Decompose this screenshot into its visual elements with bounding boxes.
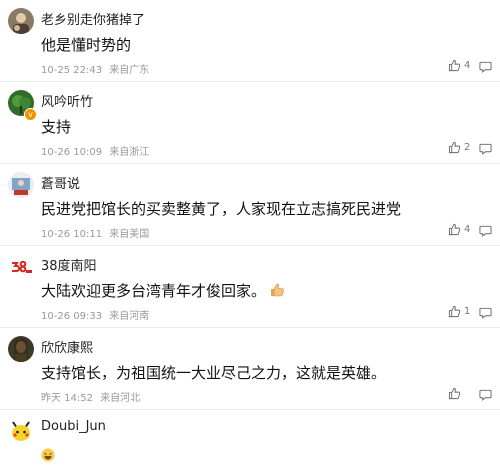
comment-text: 民进党把馆长的买卖整黄了，人家现在立志搞死民进党 [41, 200, 402, 218]
comment-text: 大陆欢迎更多台湾青年才俊回家。 [41, 280, 285, 302]
thumbs-up-icon [448, 59, 461, 71]
thumbs-up-icon [448, 387, 461, 399]
reply-button[interactable] [479, 140, 493, 155]
comment-item: 欣欣康熙 支持馆长，为祖国统一大业尽己之力，这就是英雄。 昨天 14:52 来自… [0, 328, 500, 410]
username[interactable]: 欣欣康熙 [41, 337, 93, 356]
like-button[interactable]: 2 [448, 140, 470, 154]
comment-time: 10-26 09:33 [41, 311, 103, 322]
laughing-emoji [41, 447, 55, 462]
username[interactable]: 38度南阳 [41, 255, 97, 274]
comment-item: Doubi_Jun [0, 410, 500, 469]
comment-bubble-icon [479, 389, 492, 401]
thumbs-up-icon [448, 305, 461, 317]
comment-item: 蒼哥说 民进党把馆长的买卖整黄了，人家现在立志搞死民进党 10-26 10:11… [0, 164, 500, 246]
comment-item: 38度南阳 大陆欢迎更多台湾青年才俊回家。 10-26 09:33 来自河南 1 [0, 246, 500, 328]
verified-badge-icon: v [24, 108, 37, 121]
comment-text: 支持馆长，为祖国统一大业尽己之力，这就是英雄。 [41, 364, 387, 382]
comment-bubble-icon [479, 143, 492, 155]
comment-time: 10-26 10:11 [41, 229, 103, 240]
comment-bubble-icon [479, 225, 492, 237]
comment-meta: 昨天 14:52 来自河北 [41, 389, 144, 404]
reply-button[interactable] [479, 222, 493, 237]
username[interactable]: 蒼哥说 [41, 173, 80, 192]
thumbs-up-emoji [269, 282, 285, 302]
comment-item: v 风吟听竹 支持 10-26 10:09 来自浙江 2 [0, 82, 500, 164]
comment-bubble-icon [479, 61, 492, 73]
comment-text: 他是懂时势的 [41, 36, 132, 54]
like-button[interactable]: 4 [448, 58, 470, 72]
reply-button[interactable] [479, 386, 493, 401]
like-count: 4 [464, 223, 471, 235]
comment-meta: 10-26 10:09 来自浙江 [41, 143, 153, 158]
like-count: 1 [464, 305, 471, 317]
avatar[interactable] [8, 8, 34, 34]
avatar[interactable] [8, 336, 34, 362]
like-button[interactable]: 1 [448, 304, 470, 318]
comment-meta: 10-26 10:11 来自美国 [41, 225, 153, 240]
like-count: 4 [464, 59, 471, 71]
comment-text: 支持 [41, 118, 72, 136]
reply-button[interactable] [479, 304, 493, 319]
comment-meta: 10-25 22:43 来自广东 [41, 61, 153, 76]
avatar[interactable] [8, 254, 34, 280]
comment-time: 昨天 14:52 [41, 393, 93, 404]
comment-location: 来自河北 [100, 393, 141, 404]
username[interactable]: 风吟听竹 [41, 91, 93, 110]
comment-location: 来自河南 [109, 311, 150, 322]
comment-location: 来自美国 [109, 229, 150, 240]
like-button[interactable] [448, 386, 464, 400]
username[interactable]: 老乡别走你猪掉了 [41, 9, 145, 28]
comment-item: 老乡别走你猪掉了 他是懂时势的 10-25 22:43 来自广东 4 [0, 0, 500, 82]
comment-meta: 10-26 09:33 来自河南 [41, 307, 153, 322]
comment-location: 来自广东 [109, 65, 150, 76]
reply-button[interactable] [479, 58, 493, 73]
comment-bubble-icon [479, 307, 492, 319]
thumbs-up-icon [448, 223, 461, 235]
comment-time: 10-26 10:09 [41, 147, 103, 158]
comment-location: 来自浙江 [109, 147, 150, 158]
like-button[interactable]: 4 [448, 222, 470, 236]
avatar[interactable] [8, 418, 34, 444]
thumbs-up-icon [448, 141, 461, 153]
comment-time: 10-25 22:43 [41, 65, 103, 76]
like-count: 2 [464, 141, 471, 153]
username[interactable]: Doubi_Jun [41, 419, 106, 434]
avatar[interactable] [8, 172, 34, 198]
comment-text-body: 大陆欢迎更多台湾青年才俊回家。 [41, 282, 267, 300]
